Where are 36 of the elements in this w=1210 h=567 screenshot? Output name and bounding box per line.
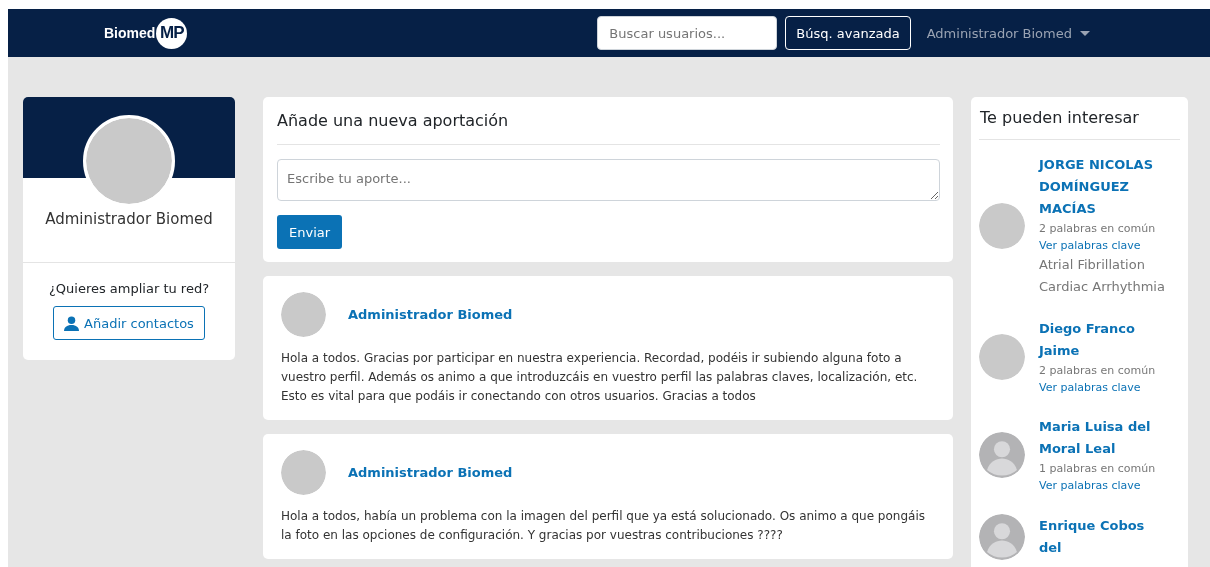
user-name-link[interactable]: Enrique Cobos del: [1039, 515, 1167, 559]
avatar-photo-placeholder: [281, 450, 326, 495]
post-text: Hola a todos. Gracias por participar en nuestra experiencia. Recordad, podéis ir subiendo alguna foto a vuestro perfil. Además os animo a que introduzcáis en vuestro perfil las palabras claves, localización, etc. Esto es vital para que podáis ir conectando con otros usuarios. Gracias a todos: [281, 350, 919, 405]
network-prompt: ¿Quieres ampliar tu red?: [48, 281, 210, 296]
user-menu[interactable]: Administrador Biomed: [926, 25, 1090, 41]
profile-name: Administrador Biomed: [45, 210, 213, 228]
search-field[interactable]: Buscar usuarios...: [597, 16, 778, 50]
caret-icon: [1080, 30, 1090, 36]
common-words: 2 palabras en común: [1039, 363, 1157, 379]
common-words: 1 palabras en común: [1039, 461, 1157, 477]
avatar-photo-placeholder: [979, 203, 1025, 249]
keywords-link[interactable]: Ver palabras clave: [1039, 237, 1167, 254]
user-name-link[interactable]: JORGE NICOLAS DOMÍNGUEZ MACÍAS: [1039, 154, 1167, 220]
avatar-silhouette-icon: [979, 514, 1025, 560]
common-words: 2 palabras en común: [1039, 221, 1157, 237]
avatar-silhouette-icon: [979, 432, 1025, 478]
suggestions-title: Te pueden interesar: [979, 107, 1140, 129]
keywords-link[interactable]: Ver palabras clave: [1039, 379, 1167, 396]
keywords-link[interactable]: Ver palabras clave: [1039, 477, 1167, 494]
send-button[interactable]: Enviar: [277, 215, 343, 249]
user-name-link[interactable]: Diego Franco Jaime: [1039, 318, 1167, 362]
brand-badge[interactable]: MP: [156, 17, 188, 49]
avatar-photo-placeholder: [281, 292, 326, 337]
advanced-search-button[interactable]: Búsq. avanzada: [785, 16, 911, 50]
brand-name[interactable]: Biomed: [104, 25, 156, 41]
author-link[interactable]: Administrador Biomed: [348, 465, 513, 480]
add-contacts-button[interactable]: Añadir contactos: [53, 306, 205, 340]
post-text: Hola a todos, había un problema con la imagen del perfil que ya está solucionado. Os animo a que pongáis la foto en las opciones de configuración. Y gracias por vuestras contribuciones ????: [281, 508, 926, 544]
post-input-field[interactable]: Escribe tu aporte...: [277, 159, 940, 201]
keyword: Cardiac Arrhythmia: [1039, 278, 1166, 296]
avatar-photo-placeholder: [979, 334, 1025, 380]
composer-title: Añade una nueva aportación: [277, 111, 510, 132]
user-icon: [64, 315, 80, 331]
user-name-link[interactable]: Maria Luisa del Moral Leal: [1039, 416, 1167, 460]
author-link[interactable]: Administrador Biomed: [348, 307, 513, 322]
keyword: Atrial Fibrillation: [1039, 256, 1146, 274]
